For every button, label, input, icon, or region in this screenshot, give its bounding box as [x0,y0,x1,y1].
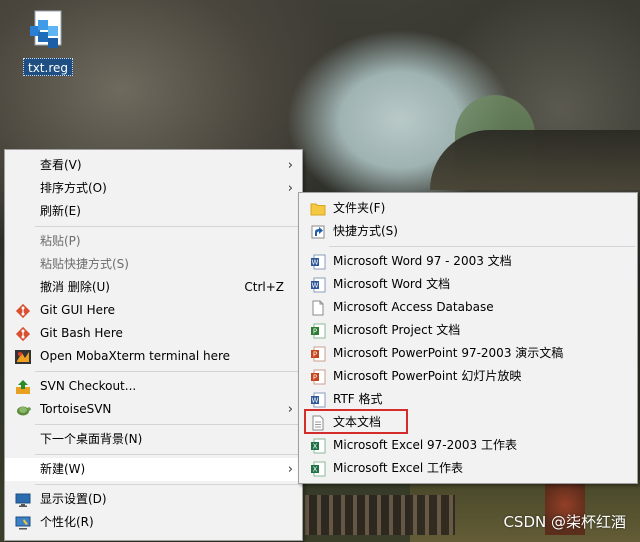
menu-item-label: 下一个桌面背景(N) [40,432,143,446]
menu-item-label: Microsoft Access Database [333,300,494,314]
menu-item-label: 粘贴快捷方式(S) [40,257,129,271]
word-document-icon: W [310,392,326,408]
word-document-icon: W [310,277,326,293]
new-item-access-database[interactable]: Microsoft Access Database [299,296,637,319]
excel-document-icon: X [310,461,326,477]
menu-separator [35,371,300,372]
menu-separator [35,424,300,425]
menu-item-tortoisesvn[interactable]: TortoiseSVN › [5,398,302,421]
shortcut-arrow-icon [310,224,326,240]
menu-item-label: Microsoft PowerPoint 幻灯片放映 [333,369,522,383]
desktop-file-icon[interactable]: txt.reg [23,8,73,78]
svn-checkout-icon [15,379,31,395]
menu-item-next-background[interactable]: 下一个桌面背景(N) [5,428,302,451]
desktop-file-label: txt.reg [23,58,73,76]
new-item-word[interactable]: W Microsoft Word 文档 [299,273,637,296]
menu-item-git-bash[interactable]: Git Bash Here [5,322,302,345]
project-document-icon: P [310,323,326,339]
new-item-powerpoint-slideshow[interactable]: P Microsoft PowerPoint 幻灯片放映 [299,365,637,388]
git-diamond-icon [15,326,31,342]
menu-item-label: 个性化(R) [40,515,94,529]
new-item-folder[interactable]: 文件夹(F) [299,197,637,220]
menu-item-label: Microsoft PowerPoint 97-2003 演示文稿 [333,346,564,360]
menu-item-label: RTF 格式 [333,392,383,406]
menu-separator [35,454,300,455]
menu-item-label: 刷新(E) [40,204,81,218]
menu-item-label: Microsoft Excel 工作表 [333,461,464,475]
menu-item-shortcut: Ctrl+Z [244,280,284,294]
svg-text:X: X [313,466,318,474]
registry-file-icon [29,10,67,54]
menu-separator [329,246,635,247]
menu-item-sort-by[interactable]: 排序方式(O) › [5,177,302,200]
menu-item-label: 文件夹(F) [333,201,386,215]
git-diamond-icon [15,303,31,319]
new-item-excel-97-2003[interactable]: X Microsoft Excel 97-2003 工作表 [299,434,637,457]
menu-separator [35,484,300,485]
blank-document-icon [310,300,326,316]
menu-item-mobaxterm[interactable]: Open MobaXterm terminal here [5,345,302,368]
menu-item-label: Microsoft Word 97 - 2003 文档 [333,254,512,268]
svg-text:W: W [312,282,319,290]
menu-item-label: 新建(W) [40,462,86,476]
new-item-excel[interactable]: X Microsoft Excel 工作表 [299,457,637,480]
menu-item-label: Git Bash Here [40,326,123,340]
svg-text:X: X [313,443,318,451]
menu-item-undo-delete[interactable]: 撤消 删除(U) Ctrl+Z [5,276,302,299]
menu-item-paste: 粘贴(P) [5,230,302,253]
menu-item-display-settings[interactable]: 显示设置(D) [5,488,302,511]
watermark: CSDN @柒杯红酒 [503,513,626,531]
mobaxterm-icon [15,349,31,365]
menu-item-personalize[interactable]: 个性化(R) [5,511,302,534]
monitor-icon [15,492,31,508]
new-item-project[interactable]: P Microsoft Project 文档 [299,319,637,342]
menu-item-label: Microsoft Project 文档 [333,323,461,337]
menu-item-label: SVN Checkout... [40,379,137,393]
personalize-icon [15,515,31,531]
new-item-rtf[interactable]: W RTF 格式 [299,388,637,411]
powerpoint-document-icon: P [310,369,326,385]
svg-text:W: W [312,259,319,267]
menu-item-view[interactable]: 查看(V) › [5,154,302,177]
tortoisesvn-icon [15,402,31,418]
svg-text:W: W [312,397,319,405]
menu-item-label: TortoiseSVN [40,402,112,416]
svg-text:P: P [313,374,317,382]
menu-item-label: Git GUI Here [40,303,116,317]
chevron-right-icon: › [287,181,293,196]
word-document-icon: W [310,254,326,270]
menu-item-refresh[interactable]: 刷新(E) [5,200,302,223]
menu-item-svn-checkout[interactable]: SVN Checkout... [5,375,302,398]
menu-item-label: Open MobaXterm terminal here [40,349,231,363]
menu-item-label: Microsoft Excel 97-2003 工作表 [333,438,517,452]
menu-item-new[interactable]: 新建(W) › [5,458,302,481]
svg-text:P: P [313,328,317,336]
menu-item-label: 粘贴(P) [40,234,81,248]
new-item-shortcut[interactable]: 快捷方式(S) [299,220,637,243]
excel-document-icon: X [310,438,326,454]
chevron-right-icon: › [287,158,293,173]
menu-item-label: 显示设置(D) [40,492,107,506]
menu-item-label: 撤消 删除(U) [40,280,110,294]
new-submenu: 文件夹(F) 快捷方式(S) W Microsoft Word 97 - 200… [298,192,638,484]
new-item-powerpoint-97-2003[interactable]: P Microsoft PowerPoint 97-2003 演示文稿 [299,342,637,365]
menu-item-paste-shortcut: 粘贴快捷方式(S) [5,253,302,276]
desktop-context-menu: 查看(V) › 排序方式(O) › 刷新(E) 粘贴(P) 粘贴快捷方式(S) … [4,149,303,541]
new-item-word-97-2003[interactable]: W Microsoft Word 97 - 2003 文档 [299,250,637,273]
powerpoint-document-icon: P [310,346,326,362]
menu-item-git-gui[interactable]: Git GUI Here [5,299,302,322]
menu-item-label: Microsoft Word 文档 [333,277,451,291]
menu-separator [35,226,300,227]
highlight-annotation-box [304,409,408,434]
menu-item-label: 查看(V) [40,158,82,172]
menu-item-label: 排序方式(O) [40,181,107,195]
svg-text:P: P [313,351,317,359]
chevron-right-icon: › [287,402,293,417]
menu-item-label: 快捷方式(S) [333,224,398,238]
chevron-right-icon: › [287,462,293,477]
folder-icon [310,201,326,217]
